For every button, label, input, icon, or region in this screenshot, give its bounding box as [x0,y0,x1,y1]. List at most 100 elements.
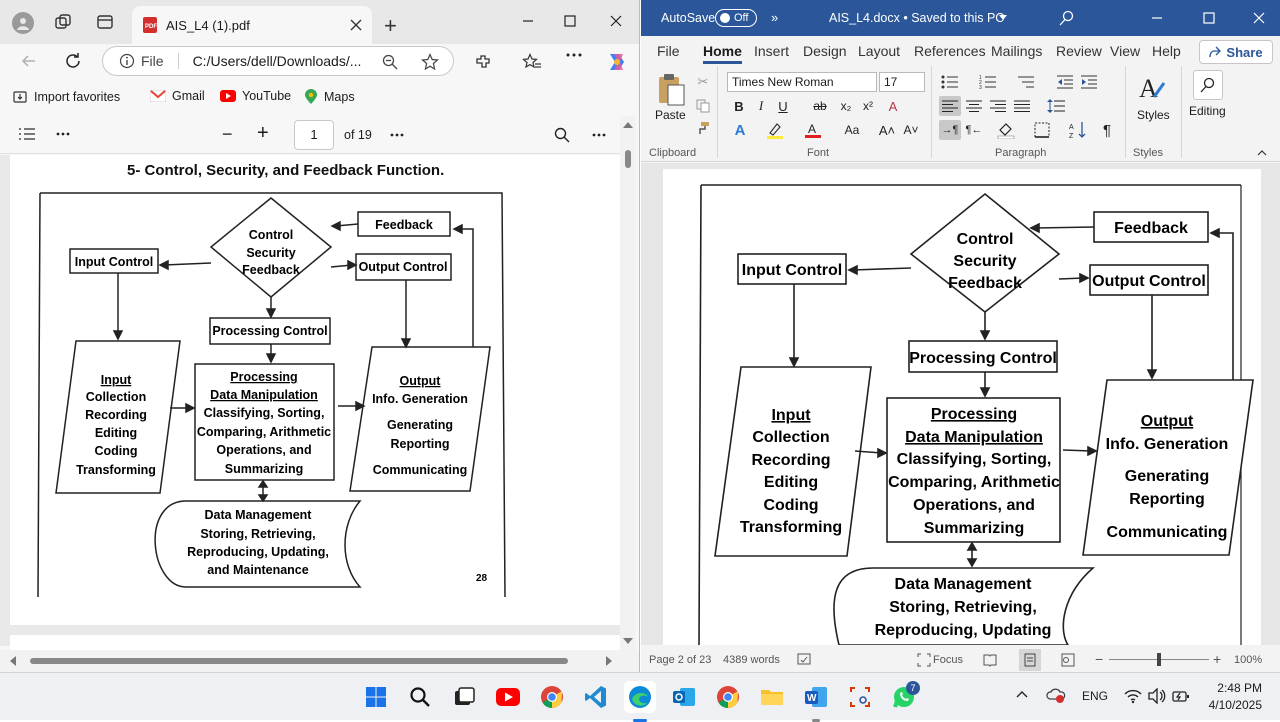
profile-icon[interactable] [12,12,34,34]
zoom-level[interactable]: 100% [1234,654,1262,666]
line-spacing-icon[interactable] [1045,96,1067,116]
page-indicator[interactable]: Page 2 of 23 [649,654,711,666]
styles-icon[interactable]: A [1137,72,1167,106]
tab-mailings[interactable]: Mailings [991,43,1042,59]
zoom-out-status[interactable]: − [1095,651,1103,667]
taskbar-search-icon[interactable] [404,681,436,713]
tab-design[interactable]: Design [803,43,847,59]
zoom-out-button[interactable]: − [222,124,233,145]
contents-icon[interactable] [18,127,36,141]
bullets-icon[interactable] [939,72,961,92]
pdf-settings-more-icon[interactable] [592,133,606,137]
text-effects-icon[interactable]: A [731,120,749,140]
decrease-indent-icon[interactable] [1055,72,1075,92]
rtl-button[interactable]: ¶← [963,120,985,140]
increase-indent-icon[interactable] [1079,72,1099,92]
collections-icon[interactable] [522,53,542,71]
italic-button[interactable]: I [753,96,769,116]
word-maximize-button[interactable] [1203,12,1215,24]
proofing-icon[interactable] [797,653,811,667]
align-left-button[interactable] [939,96,961,116]
maximize-button[interactable] [550,8,590,34]
grow-font-icon[interactable]: A˄ [877,120,897,140]
start-icon[interactable] [360,681,392,713]
view-more-icon[interactable] [390,133,404,137]
search-icon[interactable] [554,127,570,143]
font-name-box[interactable]: Times New Roman [727,72,877,92]
tab-insert[interactable]: Insert [754,43,789,59]
tab-pdf[interactable]: PDF AIS_L4 (1).pdf [132,6,372,44]
justify-button[interactable] [1011,96,1033,116]
pdf-viewer[interactable]: 5- Control, Security, and Feedback Funct… [0,155,620,655]
chrome-icon[interactable] [536,681,568,713]
zoom-in-button[interactable]: + [257,122,269,145]
borders-icon[interactable] [1031,120,1053,140]
highlight-icon[interactable] [765,120,785,140]
onedrive-status-icon[interactable] [1046,687,1066,703]
address-bar[interactable]: File C:/Users/dell/Downloads/... [102,46,454,76]
format-painter-icon[interactable] [693,118,713,138]
close-tab-icon[interactable] [350,19,362,31]
document-area[interactable]: Control Security Feedback Feedback Input… [641,163,1280,645]
change-case-icon[interactable]: Aa [839,120,865,140]
focus-icon[interactable] [917,653,931,667]
clock-date[interactable]: 4/10/2025 [1200,698,1262,712]
sort-icon[interactable]: AZ [1067,120,1089,140]
font-size-box[interactable]: 17 [879,72,925,92]
clock-time[interactable]: 2:48 PM [1214,681,1262,695]
battery-icon[interactable] [1172,688,1190,704]
refresh-icon[interactable] [64,52,82,70]
autosave-toggle[interactable]: Off [715,9,757,27]
zoom-out-icon[interactable] [381,53,399,71]
word-close-button[interactable] [1253,12,1265,24]
snipping-tool-icon[interactable] [844,681,876,713]
vscode-icon[interactable] [580,681,612,713]
editing-label[interactable]: Editing [1189,104,1226,118]
task-view-icon[interactable] [448,681,480,713]
web-layout-icon[interactable] [1061,653,1075,667]
chrome-profile-icon[interactable] [712,681,744,713]
word-taskbar-icon[interactable]: W [800,681,832,722]
underline-button[interactable]: U [775,96,791,116]
shading-icon[interactable] [995,120,1017,140]
editing-search-icon[interactable] [1193,70,1223,100]
whatsapp-icon[interactable]: 7 [888,681,920,713]
outlook-icon[interactable] [668,681,700,713]
workspaces-icon[interactable] [54,13,72,31]
tray-chevron-icon[interactable] [1016,690,1028,698]
read-mode-icon[interactable] [983,653,997,667]
vertical-scrollbar[interactable] [620,116,636,652]
favorite-youtube[interactable]: YouTube [220,89,291,103]
superscript-button[interactable]: x² [859,96,877,116]
cut-icon[interactable]: ✂ [693,72,713,92]
subscript-button[interactable]: x₂ [837,96,855,116]
font-color-icon[interactable]: A [803,120,823,140]
title-dropdown-icon[interactable] [999,15,1007,20]
volume-icon[interactable] [1148,688,1166,704]
favorite-gmail[interactable]: Gmail [150,89,205,103]
ltr-button[interactable]: →¶ [939,120,961,140]
styles-label[interactable]: Styles [1137,108,1170,122]
favorite-star-icon[interactable] [421,53,439,71]
favorite-import[interactable]: Import favorites [12,89,120,105]
multilevel-list-icon[interactable] [1015,72,1037,92]
numbering-icon[interactable]: 123 [977,72,999,92]
copilot-icon[interactable] [605,50,629,74]
pdf-more-icon[interactable] [56,132,70,136]
print-layout-icon[interactable] [1019,649,1041,671]
new-tab-button[interactable]: + [384,13,397,39]
tab-home[interactable]: Home [703,43,742,64]
share-button[interactable]: Share [1199,40,1273,64]
input-language[interactable]: ENG [1082,689,1108,703]
wifi-icon[interactable] [1124,688,1142,704]
tab-review[interactable]: Review [1056,43,1102,59]
align-right-button[interactable] [987,96,1009,116]
minimize-button[interactable] [508,8,548,34]
vertical-tabs-icon[interactable] [96,13,114,31]
collapse-ribbon-icon[interactable] [1257,150,1267,156]
clear-formatting-icon[interactable]: A [883,96,903,116]
horizontal-scrollbar[interactable] [0,650,639,672]
tab-file[interactable]: File [657,43,680,59]
extensions-icon[interactable] [474,53,492,71]
document-page[interactable]: Control Security Feedback Feedback Input… [663,169,1261,645]
